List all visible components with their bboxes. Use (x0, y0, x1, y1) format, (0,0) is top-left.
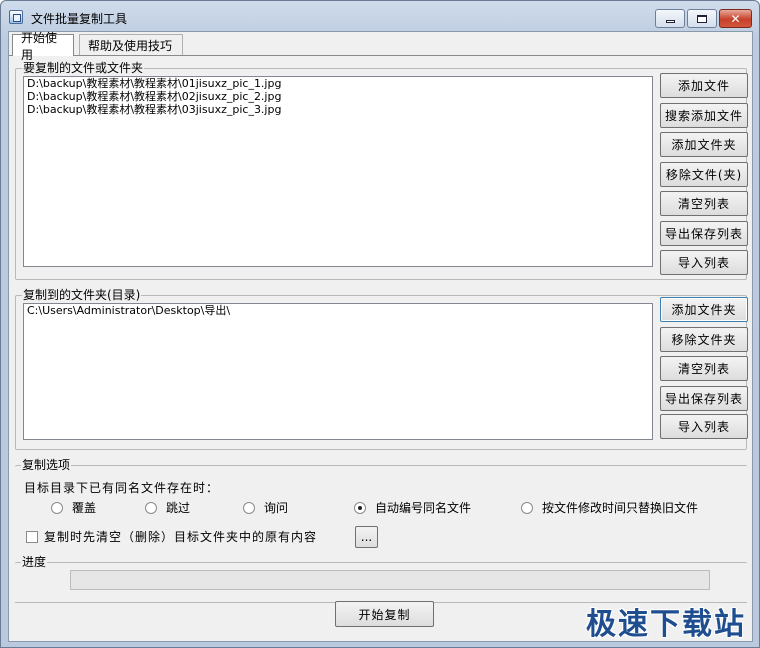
app-window: 文件批量复制工具 ✕ 开始使用 帮助及使用技巧 要复制的文件或文件夹 D:\ba… (0, 0, 760, 648)
minimize-button[interactable] (655, 9, 685, 28)
remove-file-button[interactable]: 移除文件(夹) (660, 162, 748, 187)
client-area: 开始使用 帮助及使用技巧 要复制的文件或文件夹 D:\backup\教程素材\教… (8, 31, 753, 642)
radio-skip-label: 跳过 (166, 501, 191, 515)
conflict-prompt: 目标目录下已有同名文件存在时： (24, 481, 220, 495)
tab-divider (9, 55, 752, 56)
radio-skip[interactable]: 跳过 (145, 499, 190, 516)
app-icon (9, 10, 23, 24)
dest-remove-folder-button[interactable]: 移除文件夹 (660, 327, 748, 352)
radio-ask-label: 询问 (264, 501, 289, 515)
title-bar[interactable]: 文件批量复制工具 ✕ (1, 1, 759, 31)
options-group-label: 复制选项 (21, 458, 72, 472)
dest-add-folder-button[interactable]: 添加文件夹 (660, 297, 748, 322)
radio-overwrite-label: 覆盖 (72, 501, 97, 515)
maximize-button[interactable] (687, 9, 717, 28)
source-group-label: 要复制的文件或文件夹 (22, 61, 145, 75)
minimize-icon (665, 19, 675, 23)
list-item[interactable]: D:\backup\教程素材\教程素材\02jisuxz_pic_2.jpg (24, 90, 652, 103)
add-folder-button[interactable]: 添加文件夹 (660, 132, 748, 157)
radio-replace-older-dot[interactable] (521, 501, 533, 514)
clear-target-checkbox-label: 复制时先清空（删除）目标文件夹中的原有内容 (44, 530, 318, 544)
dest-group-label: 复制到的文件夹(目录) (22, 288, 142, 302)
export-list-button[interactable]: 导出保存列表 (660, 221, 748, 246)
list-item[interactable]: C:\Users\Administrator\Desktop\导出\ (24, 304, 652, 317)
dest-clear-list-button[interactable]: 清空列表 (660, 356, 748, 381)
radio-ask-dot[interactable] (243, 501, 255, 514)
radio-overwrite-dot[interactable] (51, 501, 63, 514)
progress-label: 进度 (21, 555, 48, 569)
start-copy-button[interactable]: 开始复制 (335, 601, 434, 627)
dest-import-list-button[interactable]: 导入列表 (660, 414, 748, 439)
clear-target-checkbox-box[interactable] (26, 530, 38, 543)
list-item[interactable]: D:\backup\教程素材\教程素材\01jisuxz_pic_1.jpg (24, 77, 652, 90)
tab-start[interactable]: 开始使用 (12, 31, 74, 62)
radio-ask[interactable]: 询问 (243, 499, 288, 516)
radio-auto-number[interactable]: 自动编号同名文件 (354, 499, 471, 516)
dest-folder-list[interactable]: C:\Users\Administrator\Desktop\导出\ (23, 303, 653, 440)
radio-skip-dot[interactable] (145, 501, 157, 514)
radio-auto-number-label: 自动编号同名文件 (375, 501, 472, 515)
close-button[interactable]: ✕ (719, 9, 752, 28)
radio-auto-number-dot[interactable] (354, 501, 366, 514)
list-item[interactable]: D:\backup\教程素材\教程素材\03jisuxz_pic_3.jpg (24, 103, 652, 116)
source-file-list[interactable]: D:\backup\教程素材\教程素材\01jisuxz_pic_1.jpg D… (23, 76, 653, 267)
dest-export-list-button[interactable]: 导出保存列表 (660, 386, 748, 411)
tab-help[interactable]: 帮助及使用技巧 (79, 34, 183, 56)
radio-replace-older-label: 按文件修改时间只替换旧文件 (542, 501, 699, 515)
more-options-button[interactable]: ... (355, 526, 378, 548)
radio-replace-older[interactable]: 按文件修改时间只替换旧文件 (521, 499, 698, 516)
maximize-icon (697, 14, 707, 23)
radio-overwrite[interactable]: 覆盖 (51, 499, 96, 516)
clear-list-button[interactable]: 清空列表 (660, 191, 748, 216)
clear-target-checkbox[interactable]: 复制时先清空（删除）目标文件夹中的原有内容 (26, 528, 317, 545)
search-add-file-button[interactable]: 搜索添加文件 (660, 103, 748, 128)
window-title: 文件批量复制工具 (31, 12, 128, 26)
add-file-button[interactable]: 添加文件 (660, 73, 748, 98)
import-list-button[interactable]: 导入列表 (660, 250, 748, 275)
close-icon: ✕ (730, 11, 741, 26)
progress-bar (70, 570, 710, 590)
watermark-logo: 极速下载站 (586, 607, 746, 642)
